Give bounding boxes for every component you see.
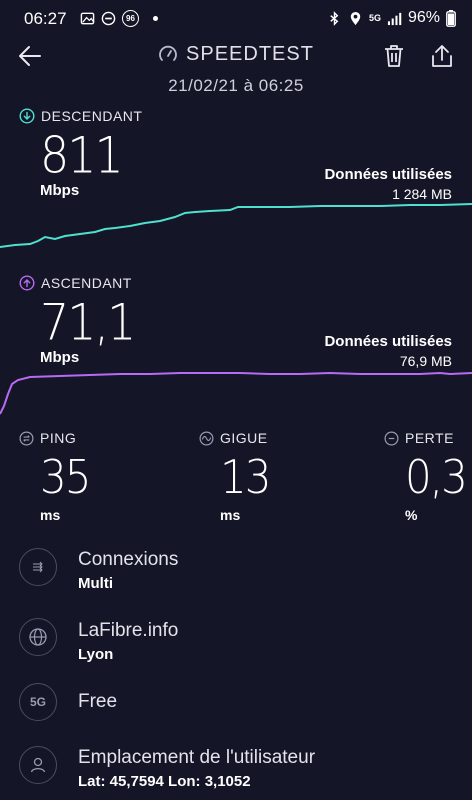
page-title: SPEEDTEST bbox=[158, 43, 314, 66]
upload-arrow-icon bbox=[19, 275, 35, 291]
speedometer-icon bbox=[159, 45, 177, 61]
provider-name: Free bbox=[78, 691, 118, 712]
ping-icon bbox=[19, 431, 34, 445]
upload-data-used-label: Données utilisées bbox=[324, 333, 452, 350]
download-speed-graph bbox=[0, 203, 472, 248]
upload-graph-line bbox=[0, 371, 472, 415]
ping-label: PING bbox=[19, 430, 76, 446]
ping-label-text: PING bbox=[40, 430, 77, 446]
status-bar: 06:27 96 5G 96% bbox=[0, 0, 472, 38]
download-data-used-label: Données utilisées bbox=[324, 166, 452, 183]
connections-title: Connexions bbox=[78, 549, 179, 570]
title-text: SPEEDTEST bbox=[186, 43, 314, 65]
upload-label-text: ASCENDANT bbox=[41, 275, 132, 291]
upload-speed-value: 71,1 bbox=[40, 293, 136, 352]
network-5g-icon: 5G bbox=[19, 683, 57, 721]
globe-icon bbox=[19, 618, 57, 656]
connections-icon bbox=[19, 548, 57, 586]
packet-loss-value: 0,3 bbox=[405, 450, 468, 504]
ping-value: 35 bbox=[40, 450, 91, 504]
gallery-icon bbox=[80, 12, 95, 25]
share-icon[interactable] bbox=[428, 42, 456, 70]
do-not-disturb-icon bbox=[101, 11, 116, 26]
connections-value: Multi bbox=[78, 575, 113, 592]
ping-unit: ms bbox=[40, 507, 61, 523]
upload-label: ASCENDANT bbox=[19, 275, 132, 291]
jitter-value: 13 bbox=[220, 450, 271, 504]
download-label: DESCENDANT bbox=[19, 108, 142, 124]
status-right-icons: 5G 96% bbox=[327, 9, 456, 27]
test-date: 21/02/21 à 06:25 bbox=[168, 76, 304, 95]
trash-icon[interactable] bbox=[380, 42, 408, 70]
status-time: 06:27 bbox=[24, 9, 67, 28]
battery-icon bbox=[446, 9, 456, 27]
badge-icon: 96 bbox=[122, 10, 139, 27]
packet-loss-label: PERTE bbox=[384, 430, 454, 446]
bluetooth-icon bbox=[330, 10, 339, 26]
network-type-label: 5G bbox=[368, 13, 381, 23]
jitter-unit: ms bbox=[220, 507, 241, 523]
jitter-icon bbox=[199, 431, 214, 445]
packet-loss-label-text: PERTE bbox=[405, 430, 454, 446]
upload-speed-graph bbox=[0, 371, 472, 415]
location-icon bbox=[350, 11, 361, 25]
user-location-title: Emplacement de l'utilisateur bbox=[78, 747, 316, 768]
notification-icons: 96 bbox=[80, 10, 158, 27]
packet-loss-icon bbox=[384, 431, 399, 445]
signal-icon bbox=[387, 12, 402, 25]
user-location-coords: Lat: 45,7594 Lon: 3,1052 bbox=[78, 773, 251, 790]
download-speed-value: 811 bbox=[40, 126, 124, 185]
packet-loss-unit: % bbox=[405, 507, 418, 523]
download-graph-line bbox=[0, 203, 472, 248]
download-label-text: DESCENDANT bbox=[41, 108, 143, 124]
server-name: LaFibre.info bbox=[78, 620, 179, 641]
user-location-icon bbox=[19, 746, 57, 784]
jitter-label: GIGUE bbox=[199, 430, 268, 446]
jitter-label-text: GIGUE bbox=[220, 430, 268, 446]
server-location: Lyon bbox=[78, 646, 114, 663]
battery-percent: 96% bbox=[407, 9, 440, 26]
more-notifications-dot bbox=[153, 16, 158, 21]
speedtest-result-screen: 06:27 96 5G 96% SPEEDTEST 21/02/21 à 06:… bbox=[0, 0, 472, 800]
download-arrow-icon bbox=[19, 108, 35, 124]
